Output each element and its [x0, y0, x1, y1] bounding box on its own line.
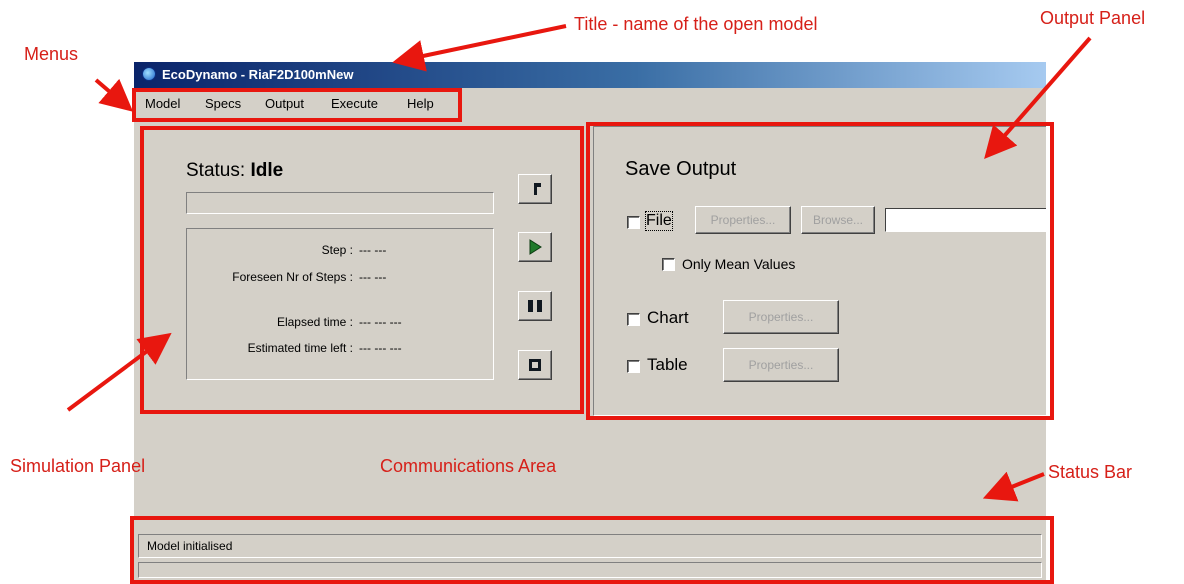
output-panel-arrow [984, 36, 1092, 160]
status-bar-arrow [982, 471, 1045, 502]
simulation-panel-arrow [66, 332, 172, 412]
title-arrow [392, 24, 567, 72]
annotation-arrows [66, 24, 1092, 502]
menus-arrow [94, 78, 134, 112]
